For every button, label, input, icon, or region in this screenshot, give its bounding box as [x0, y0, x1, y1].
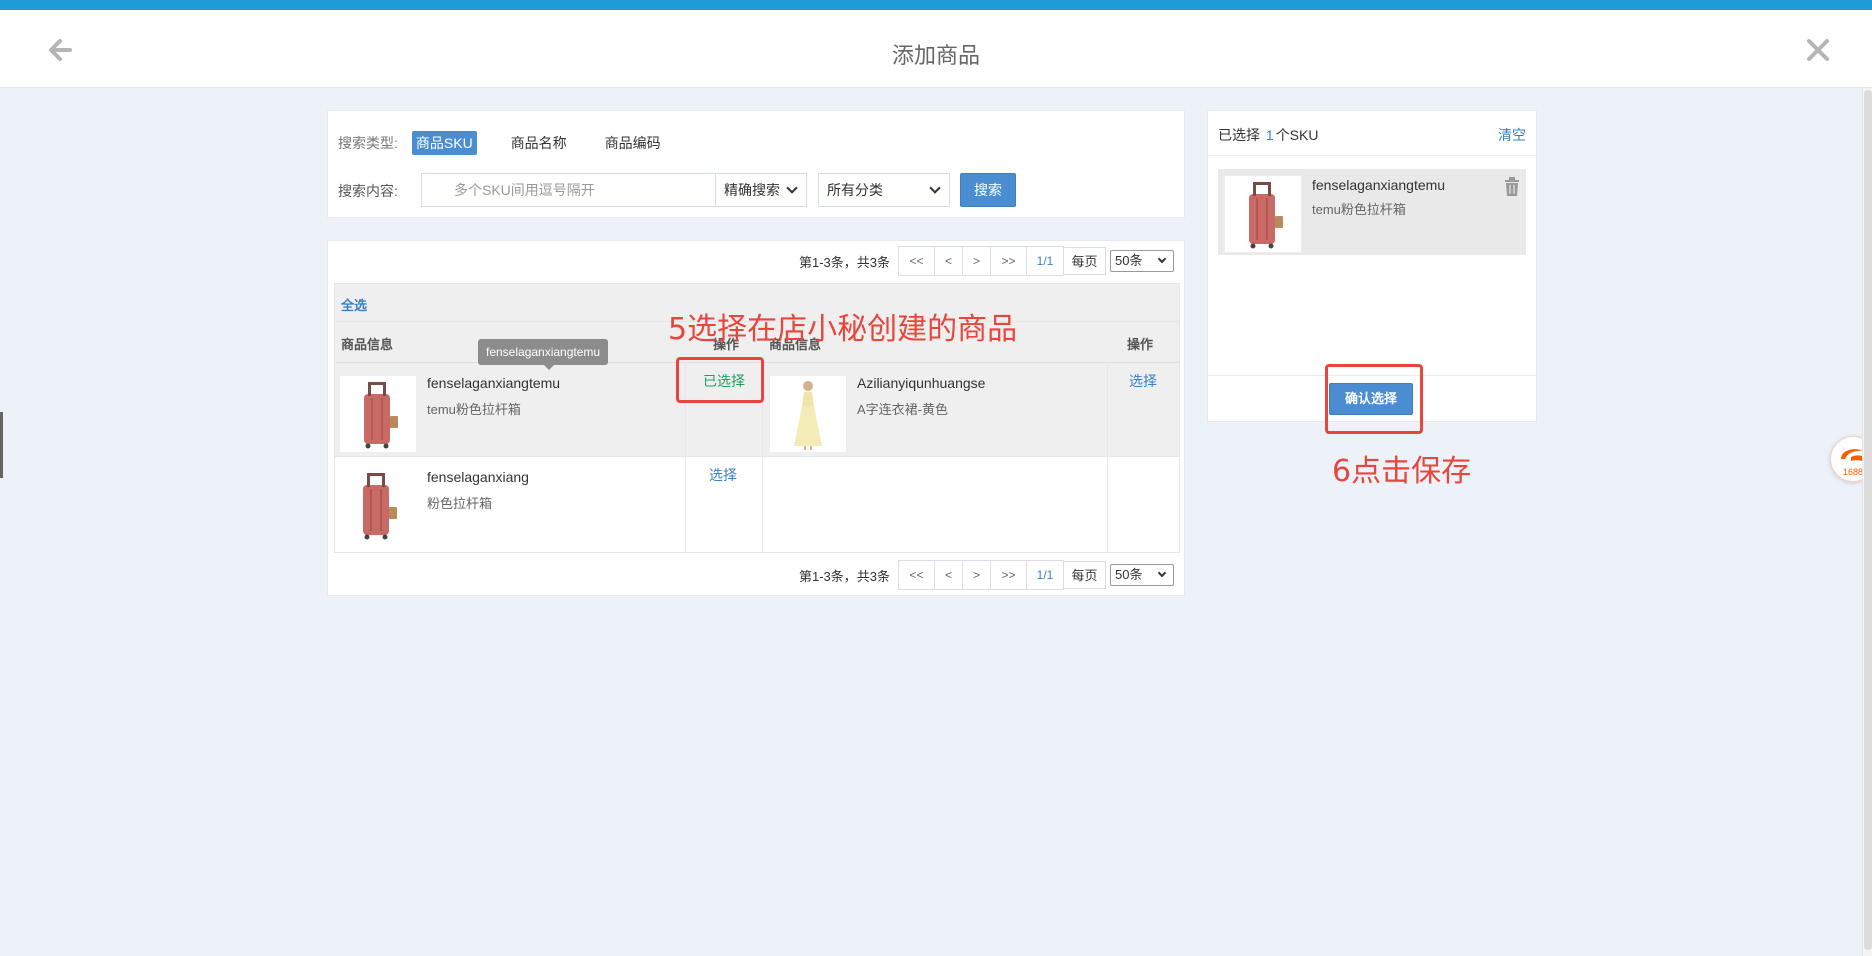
next-page-button[interactable]: >	[963, 247, 991, 275]
search-type-row: 搜索类型: 商品SKU 商品名称 商品编码	[338, 131, 683, 155]
last-page-button[interactable]: >>	[991, 561, 1027, 589]
per-page-label: 每页	[1064, 247, 1106, 275]
search-type-sku[interactable]: 商品SKU	[411, 131, 477, 155]
product-list-panel: 第1-3条，共3条 << < > >> 1/1 每页 50条 全选 商品信息 操…	[327, 240, 1185, 596]
selected-item-name: fenselaganxiangtemu	[1312, 177, 1446, 193]
product-desc: A字连衣裙-黄色	[857, 402, 949, 417]
dialog-header: 添加商品	[0, 10, 1872, 88]
trash-icon[interactable]	[1502, 175, 1522, 197]
selected-prefix: 已选择	[1218, 127, 1260, 143]
product-thumbnail-suitcase	[339, 467, 417, 545]
product-name-tooltip: fenselaganxiangtemu	[478, 339, 609, 370]
search-type-code[interactable]: 商品编码	[601, 131, 665, 155]
column-divider	[762, 362, 763, 552]
column-divider	[1107, 362, 1108, 552]
product-name: fenselaganxiang	[427, 469, 529, 485]
table-row: fenselaganxiangtemu temu粉色拉杆箱 已选择 Azilia…	[335, 362, 1179, 456]
selected-count: 1	[1265, 127, 1274, 143]
table-row: fenselaganxiang 粉色拉杆箱 选择	[335, 456, 1179, 552]
selected-item-desc: temu粉色拉杆箱	[1312, 202, 1406, 217]
col-header-info: 商品信息	[341, 337, 394, 352]
search-type-name[interactable]: 商品名称	[507, 131, 571, 155]
col-header-action-2: 操作	[1127, 337, 1154, 352]
pagination-info: 第1-3条，共3条	[798, 568, 890, 584]
select-link[interactable]: 选择	[1129, 371, 1157, 391]
match-mode-value: 精确搜索	[724, 182, 780, 198]
per-page-select[interactable]: 50条	[1110, 564, 1174, 586]
scrollbar-thumb[interactable]	[1864, 90, 1872, 950]
pagination-top: 第1-3条，共3条 << < > >> 1/1 每页 50条	[799, 245, 1174, 277]
current-page: 1/1	[1036, 254, 1054, 268]
product-thumbnail-dress	[769, 375, 847, 453]
match-mode-select[interactable]: 精确搜索	[715, 173, 807, 207]
selected-suffix: 个SKU	[1275, 127, 1319, 143]
chevron-down-icon	[1157, 568, 1167, 578]
search-content-label: 搜索内容:	[338, 183, 398, 199]
prev-page-button[interactable]: <	[935, 247, 963, 275]
badge-text: 1688	[1843, 467, 1863, 477]
search-panel: 搜索类型: 商品SKU 商品名称 商品编码 搜索内容: 精确搜索 所有分类 搜索	[327, 110, 1185, 218]
current-page: 1/1	[1036, 568, 1054, 582]
clear-link[interactable]: 清空	[1498, 125, 1526, 145]
product-desc: temu粉色拉杆箱	[427, 402, 521, 417]
divider	[1208, 375, 1536, 376]
select-all-link[interactable]: 全选	[341, 295, 367, 314]
confirm-select-button[interactable]: 确认选择	[1329, 383, 1413, 415]
pagination-info: 第1-3条，共3条	[798, 254, 890, 270]
selected-count-text: 已选择 1 个SKU	[1218, 125, 1318, 145]
category-value: 所有分类	[827, 182, 883, 198]
pagination-controls: << < > >> 1/1	[898, 246, 1064, 276]
page-scrollbar[interactable]	[1862, 88, 1872, 956]
column-divider	[685, 362, 686, 552]
product-desc: 粉色拉杆箱	[427, 496, 493, 511]
per-page-value: 50条	[1115, 567, 1143, 582]
left-edge-handle	[0, 412, 3, 478]
next-page-button[interactable]: >	[963, 561, 991, 589]
pagination-bottom: 第1-3条，共3条 << < > >> 1/1 每页 50条	[799, 559, 1174, 591]
search-type-label: 搜索类型:	[338, 135, 398, 151]
product-name: Azilianyiqunhuangse	[857, 375, 986, 391]
page-title: 添加商品	[891, 43, 980, 68]
product-thumbnail-suitcase	[1224, 175, 1302, 253]
first-page-button[interactable]: <<	[899, 561, 935, 589]
selected-status-link[interactable]: 已选择	[703, 371, 745, 391]
annotation-step6: 6点击保存	[1332, 454, 1472, 489]
product-name: fenselaganxiangtemu	[427, 375, 561, 391]
chevron-down-icon	[929, 182, 941, 194]
search-input[interactable]	[421, 173, 715, 207]
prev-page-button[interactable]: <	[935, 561, 963, 589]
pagination-controls: << < > >> 1/1	[898, 560, 1064, 590]
category-select[interactable]: 所有分类	[818, 173, 950, 207]
per-page-label: 每页	[1064, 561, 1106, 589]
selected-sku-panel: 已选择 1 个SKU 清空 fenselaganxiangtemu temu粉色拉…	[1207, 110, 1537, 422]
divider	[1208, 155, 1536, 156]
chevron-down-icon	[786, 182, 798, 194]
top-accent-bar	[0, 0, 1872, 10]
last-page-button[interactable]: >>	[991, 247, 1027, 275]
search-button[interactable]: 搜索	[960, 173, 1016, 207]
close-icon[interactable]	[1800, 32, 1836, 68]
selected-item: fenselaganxiangtemu temu粉色拉杆箱	[1218, 169, 1526, 255]
per-page-select[interactable]: 50条	[1110, 250, 1174, 272]
chevron-down-icon	[1157, 254, 1167, 264]
per-page-value: 50条	[1115, 253, 1143, 268]
product-thumbnail-suitcase	[339, 375, 417, 453]
annotation-step5: 5选择在店小秘创建的商品	[668, 312, 1018, 347]
select-link[interactable]: 选择	[709, 465, 737, 485]
first-page-button[interactable]: <<	[899, 247, 935, 275]
